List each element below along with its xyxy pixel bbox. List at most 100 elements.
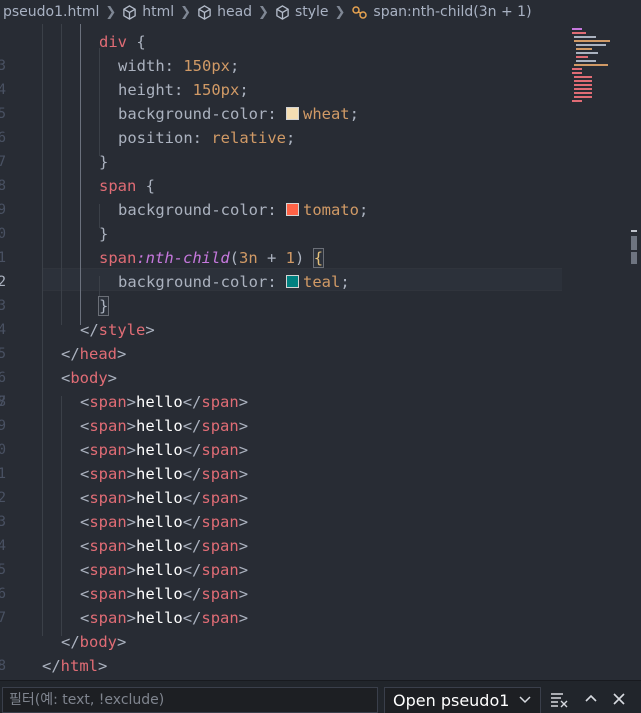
breadcrumb-label: head [217,4,253,20]
code-line: 3 div { [0,30,570,74]
clear-output-icon[interactable] [549,689,569,711]
line-number: 0 [0,442,6,458]
code-text: <span>hello</span> [80,609,249,627]
code-text: span { [99,177,156,195]
line-number: 8 [0,394,6,410]
breadcrumb-label: style [294,4,329,20]
chevron-right-icon: ❯ [105,4,117,20]
cube-icon [123,4,137,20]
code-line: 3 background-color: teal; [0,270,570,314]
code-text: <span>hello</span> [80,489,249,507]
code-line: 6 background-color: wheat; [0,102,570,146]
code-text: position: relative; [118,129,296,147]
output-channel-label: Open pseudo1.h [393,691,511,710]
code-line: 7 position: relative; [0,126,570,170]
code-line: 7 <body> [0,366,570,410]
chevron-right-icon: ❯ [334,4,346,20]
breadcrumb-file-label: pseudo1.html [3,4,100,20]
breadcrumb-item-head[interactable]: head [197,4,252,20]
code-text: } [99,153,109,171]
color-swatch-tomato[interactable] [285,203,299,216]
line-number: 5 [0,562,6,578]
breadcrumb-item-style[interactable]: style [275,4,329,20]
code-text: </head> [61,345,127,363]
close-icon[interactable] [609,689,629,711]
line-number: 2 [0,490,6,506]
cube-icon [198,4,211,20]
code-line: 6 <span>hello</span> [0,582,570,606]
code-line: 1 <span>hello</span> [0,462,570,486]
chevron-up-icon[interactable] [581,689,601,711]
code-line: 5 </style> [0,318,570,362]
chevron-down-icon [518,688,532,713]
css-selector-icon [352,5,368,19]
minimap[interactable] [566,24,626,104]
line-number: 3 [0,514,6,530]
code-editor[interactable]: 3 div { 4 width: 150px; 5 height: 150px;… [0,24,641,680]
code-line: 1 } [0,222,570,266]
breadcrumb: pseudo1.html ❯ html ❯ head ❯ style ❯ spa… [0,0,641,24]
code-text: width: 150px; [118,57,240,75]
code-text: span:nth-child(3n + 1) { [99,248,325,268]
code-text: </style> [80,321,155,339]
code-text: <span>hello</span> [80,441,249,459]
code-text: <span>hello</span> [80,513,249,531]
filter-input[interactable] [2,687,378,713]
code-line: 4 <span>hello</span> [0,534,570,558]
code-text: <span>hello</span> [80,417,249,435]
code-line: 9 span { [0,174,570,218]
code-line: 7 <span>hello</span> [0,606,570,630]
code-text: <span>hello</span> [80,465,249,483]
code-line-current: 2 span:nth-child(3n + 1) { [0,246,570,290]
code-text: <span>hello</span> [80,393,249,411]
code-line: 6 </head> [0,342,570,386]
code-line: 2 <span>hello</span> [0,486,570,510]
chevron-right-icon: ❯ [258,4,269,20]
code-text: </body> [61,633,127,651]
scroll-marker [631,230,637,232]
code-line: 9 <span>hello</span> [0,414,570,438]
code-line: 9 </html> [0,654,570,678]
breadcrumb-item-selector[interactable]: span:nth-child(3n + 1) [351,4,532,20]
line-number: 6 [0,586,6,602]
code-text: background-color: wheat; [118,105,359,123]
breadcrumb-label: span:nth-child(3n + 1) [373,4,532,20]
code-line: 0 background-color: tomato; [0,198,570,242]
code-line: 8 <span>hello</span> [0,390,570,414]
code-text: <body> [61,369,118,387]
scroll-thumb-marker [631,252,637,264]
cube-icon [276,4,289,20]
code-text: <span>hello</span> [80,561,249,579]
output-panel-toolbar: Open pseudo1.h [0,680,641,713]
chevron-right-icon: ❯ [180,4,192,20]
code-line: 5 height: 150px; [0,78,570,122]
code-text: height: 150px; [118,81,249,99]
code-text: background-color: tomato; [118,201,369,219]
code-text: </html> [42,657,108,675]
output-channel-select[interactable]: Open pseudo1.h [384,687,541,713]
code-text: div { [99,33,146,51]
code-text: } [99,225,109,243]
code-line: 0 <span>hello</span> [0,438,570,462]
code-line: 4 width: 150px; [0,54,570,98]
line-number: 7 [0,610,6,626]
code-text: <span>hello</span> [80,537,249,555]
matching-bracket: { [312,248,325,268]
code-line: 4 } [0,294,570,338]
breadcrumb-label: html [142,4,175,20]
line-number: 9 [0,418,6,434]
vertical-scrollbar[interactable] [627,24,641,680]
line-number: 1 [0,466,6,482]
scroll-thumb[interactable] [631,236,637,250]
code-text: } [97,294,110,318]
color-swatch-teal[interactable] [285,275,299,288]
color-swatch-wheat[interactable] [285,107,299,120]
code-text: background-color: teal; [118,273,350,291]
breadcrumb-file[interactable]: pseudo1.html [3,4,99,20]
code-line: 3 <span>hello</span> [0,510,570,534]
line-number: 4 [0,538,6,554]
breadcrumb-item-html[interactable]: html [122,4,174,20]
matching-bracket: } [97,296,110,316]
code-text: <span>hello</span> [80,585,249,603]
code-line: 8 </body> [0,630,570,674]
